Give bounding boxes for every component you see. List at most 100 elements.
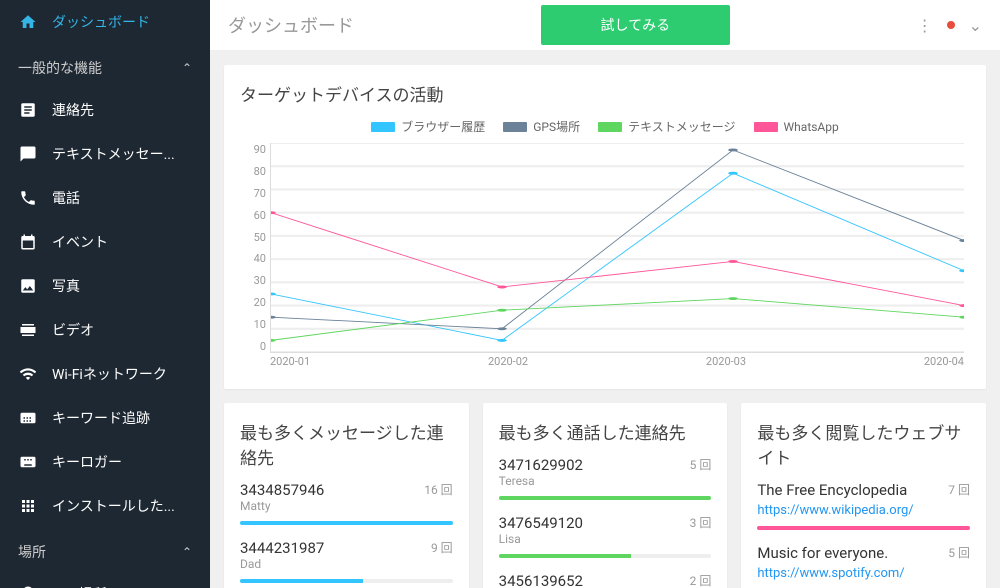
item-primary: The Free Encyclopedia (757, 481, 913, 499)
page-title: ダッシュボード (228, 12, 354, 38)
chevron-up-icon: ⌃ (182, 545, 192, 559)
sidebar-item-keylog[interactable]: キーロガー (0, 440, 210, 484)
main: ダッシュボード 試してみる ⋮ ⌄ ターゲットデバイスの活動 ブラウザー履歴 GP… (210, 0, 1000, 588)
panel-title: 最も多く通話した連絡先 (499, 419, 712, 444)
sidebar-section-location[interactable]: 場所 ⌃ (0, 528, 210, 572)
sidebar-item-photo[interactable]: 写真 (0, 264, 210, 308)
legend-item[interactable]: WhatsApp (754, 118, 839, 135)
progress-bar (240, 521, 453, 525)
sidebar-item-label: キーワード追跡 (52, 408, 150, 428)
sidebar-item-contacts[interactable]: 連絡先 (0, 88, 210, 132)
topbar: ダッシュボード 試してみる ⋮ ⌄ (210, 0, 1000, 51)
chart-plot (270, 143, 964, 353)
legend-swatch (371, 122, 395, 132)
contacts-icon (18, 100, 38, 120)
chevron-down-icon[interactable]: ⌄ (969, 16, 982, 35)
top-websites-card: 最も多く閲覧したウェブサイト The Free Encyclopedia https… (741, 403, 986, 588)
top-messages-card: 最も多くメッセージした連絡先 3434857946Matty 16 回 3444231… (224, 403, 469, 588)
item-count: 7 回 (948, 481, 970, 498)
list-item: 3476549120Lisa 3 回 (499, 514, 712, 558)
progress-bar (757, 526, 970, 530)
item-count: 2 回 (690, 572, 712, 588)
list-item: 3456139652Jessica2 回 (499, 572, 712, 588)
sidebar-item-label: Wi-Fiネットワーク (52, 364, 167, 384)
apps-icon (18, 496, 38, 516)
top-calls-card: 最も多く通話した連絡先 3471629902Teresa 5 回 3476549120… (483, 403, 728, 588)
sidebar-item-video[interactable]: ビデオ (0, 308, 210, 352)
item-count: 5 回 (948, 544, 970, 561)
sidebar: ダッシュボード 一般的な機能 ⌃ 連絡先テキストメッセー... 電話イベント写真ビ… (0, 0, 210, 588)
chevron-up-icon: ⌃ (182, 61, 192, 75)
chart-title: ターゲットデバイスの活動 (240, 81, 970, 106)
list-item: Music for everyone. https://www.spotify.c… (757, 544, 970, 588)
panel-title: 最も多く閲覧したウェブサイト (757, 419, 970, 469)
legend-swatch (754, 122, 778, 132)
sidebar-item-event[interactable]: イベント (0, 220, 210, 264)
item-primary: Music for everyone. (757, 544, 904, 562)
photo-icon (18, 276, 38, 296)
sidebar-item-label: GPS場所 (52, 584, 107, 588)
item-primary: 3456139652 (499, 572, 583, 588)
keyword-icon (18, 408, 38, 428)
home-icon (18, 12, 38, 32)
sidebar-item-keyword[interactable]: キーワード追跡 (0, 396, 210, 440)
sidebar-item-label: 写真 (52, 276, 80, 296)
item-secondary: Lisa (499, 532, 583, 546)
activity-chart-card: ターゲットデバイスの活動 ブラウザー履歴 GPS場所 テキストメッセージ WhatsA… (224, 65, 986, 389)
item-secondary: Matty (240, 499, 324, 513)
item-link[interactable]: https://www.wikipedia.org/ (757, 503, 913, 518)
item-primary: 3476549120 (499, 514, 583, 532)
sidebar-dashboard-label: ダッシュボード (52, 12, 150, 32)
item-count: 3 回 (690, 514, 712, 531)
content: ターゲットデバイスの活動 ブラウザー履歴 GPS場所 テキストメッセージ WhatsA… (210, 51, 1000, 588)
legend-item[interactable]: テキストメッセージ (598, 118, 735, 135)
chart-legend: ブラウザー履歴 GPS場所 テキストメッセージ WhatsApp (240, 118, 970, 135)
msg-icon (18, 144, 38, 164)
legend-item[interactable]: GPS場所 (503, 118, 580, 135)
sidebar-item-label: イベント (52, 232, 108, 252)
item-primary: 3444231987 (240, 539, 324, 557)
sidebar-item-label: テキストメッセー... (52, 144, 175, 164)
sidebar-item-pin[interactable]: GPS場所 (0, 572, 210, 588)
sidebar-item-label: 連絡先 (52, 100, 94, 120)
more-icon[interactable]: ⋮ (917, 16, 933, 35)
sidebar-item-msg[interactable]: テキストメッセー... (0, 132, 210, 176)
y-axis-labels: 9080706050403020100 (240, 143, 266, 353)
x-axis-labels: 2020-012020-022020-032020-04 (270, 355, 964, 373)
legend-swatch (503, 122, 527, 132)
item-count: 16 回 (424, 481, 452, 498)
progress-bar (499, 496, 712, 500)
sidebar-item-label: キーロガー (52, 452, 122, 472)
item-count: 5 回 (690, 456, 712, 473)
sidebar-item-label: ビデオ (52, 320, 94, 340)
item-secondary: Dad (240, 557, 324, 571)
item-secondary: Teresa (499, 474, 583, 488)
keylog-icon (18, 452, 38, 472)
list-item: 3444231987Dad9 回 (240, 539, 453, 583)
list-item: 3471629902Teresa 5 回 (499, 456, 712, 500)
list-item: 3434857946Matty 16 回 (240, 481, 453, 525)
chart-area: 9080706050403020100 2020-012020-022020-0… (240, 143, 970, 373)
pin-icon (18, 584, 38, 588)
summary-row: 最も多くメッセージした連絡先 3434857946Matty 16 回 3444231… (224, 403, 986, 588)
video-icon (18, 320, 38, 340)
list-item: The Free Encyclopedia https://www.wikiped… (757, 481, 970, 530)
sidebar-item-label: 電話 (52, 188, 80, 208)
sidebar-item-phone[interactable]: 電話 (0, 176, 210, 220)
sidebar-item-label: インストールした... (52, 496, 175, 516)
panel-title: 最も多くメッセージした連絡先 (240, 419, 453, 469)
sidebar-item-wifi[interactable]: Wi-Fiネットワーク (0, 352, 210, 396)
legend-swatch (598, 122, 622, 132)
sidebar-section-general[interactable]: 一般的な機能 ⌃ (0, 44, 210, 88)
item-primary: 3434857946 (240, 481, 324, 499)
progress-bar (499, 554, 712, 558)
item-primary: 3471629902 (499, 456, 583, 474)
wifi-icon (18, 364, 38, 384)
event-icon (18, 232, 38, 252)
try-button[interactable]: 試してみる (541, 5, 731, 45)
sidebar-item-apps[interactable]: インストールした... (0, 484, 210, 528)
item-link[interactable]: https://www.spotify.com/ (757, 566, 904, 581)
legend-item[interactable]: ブラウザー履歴 (371, 118, 485, 135)
phone-icon (18, 188, 38, 208)
sidebar-dashboard[interactable]: ダッシュボード (0, 0, 210, 44)
